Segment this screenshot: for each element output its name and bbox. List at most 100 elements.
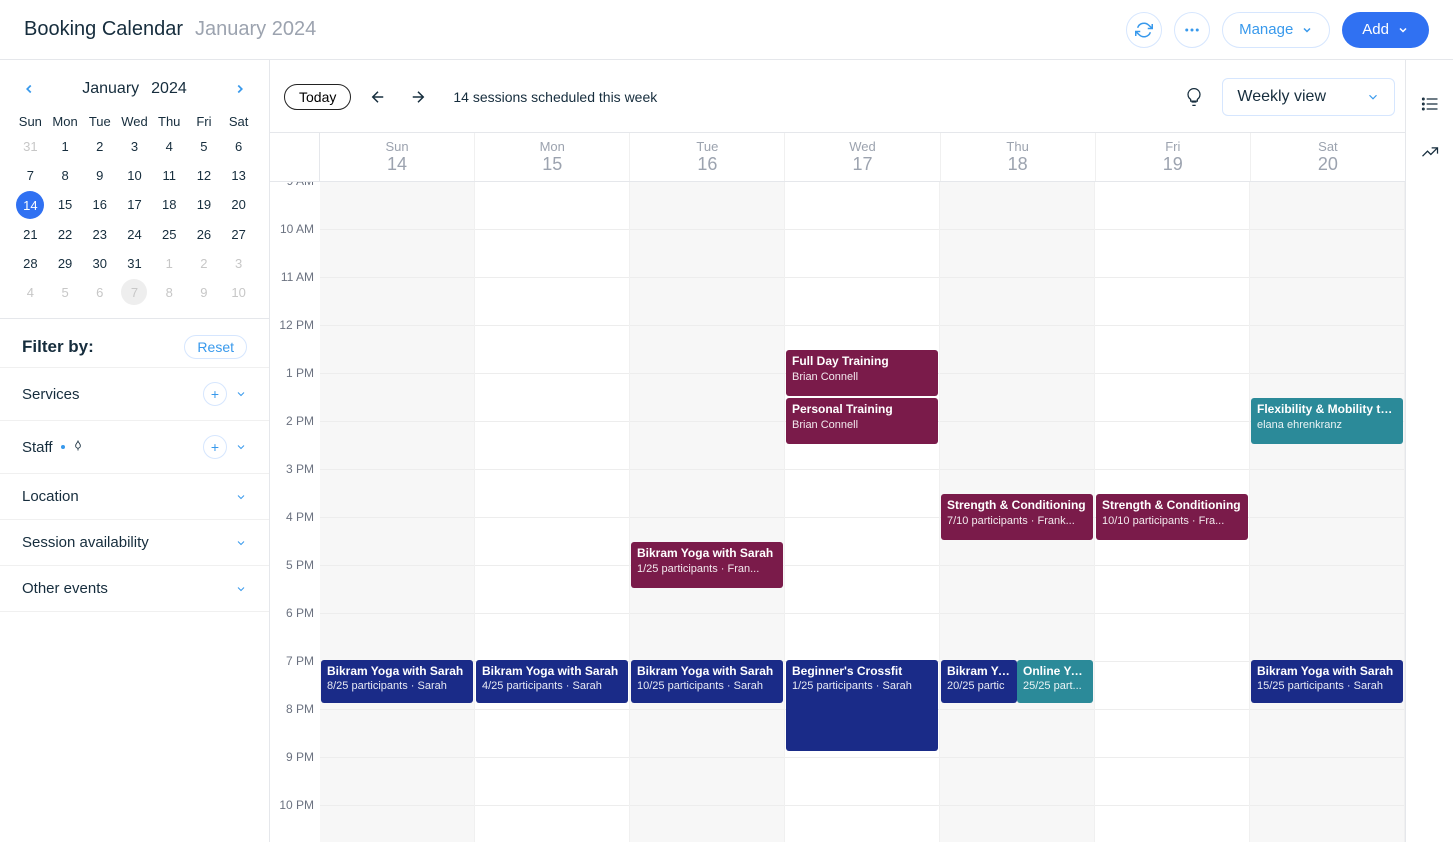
event-title: Full Day Training xyxy=(792,354,932,370)
view-label: Weekly view xyxy=(1237,88,1326,106)
chart-icon xyxy=(1420,142,1440,162)
event-title: Bikram Yoga with Sarah xyxy=(637,546,777,562)
mini-cal-day[interactable]: 25 xyxy=(153,221,186,248)
mini-cal-day[interactable]: 24 xyxy=(118,221,151,248)
day-column[interactable]: Bikram Yoga with Sarah1/25 participants … xyxy=(630,182,785,842)
day-column[interactable]: Bikram Yoga with Sarah4/25 participants … xyxy=(475,182,630,842)
mini-cal-day[interactable]: 2 xyxy=(83,133,116,160)
mini-cal-day[interactable]: 4 xyxy=(14,279,47,306)
day-column[interactable]: Strength & Conditioning10/10 participant… xyxy=(1095,182,1250,842)
mini-cal-day[interactable]: 27 xyxy=(222,221,255,248)
filter-row-staff[interactable]: Staff+ xyxy=(0,421,269,474)
next-week-button[interactable] xyxy=(405,84,431,110)
filter-label: Services xyxy=(22,386,80,403)
event-subtitle: 7/10 participants · Frank... xyxy=(947,514,1087,528)
mini-cal-day[interactable]: 10 xyxy=(118,162,151,189)
mini-cal-day[interactable]: 11 xyxy=(153,162,186,189)
mini-cal-day[interactable]: 17 xyxy=(118,191,151,219)
calendar-event[interactable]: Bikram Yoga with Sarah15/25 participants… xyxy=(1251,660,1403,704)
mini-cal-day[interactable]: 3 xyxy=(118,133,151,160)
filter-row-location[interactable]: Location xyxy=(0,474,269,520)
mini-cal-day[interactable]: 8 xyxy=(153,279,186,306)
calendar-event[interactable]: Strength & Conditioning7/10 participants… xyxy=(941,494,1093,540)
filter-row-services[interactable]: Services + xyxy=(0,367,269,421)
prev-week-button[interactable] xyxy=(365,84,391,110)
mini-cal-day[interactable]: 7 xyxy=(14,162,47,189)
page-subtitle: January 2024 xyxy=(195,18,316,41)
filter-row-other-events[interactable]: Other events xyxy=(0,566,269,612)
mini-cal-day[interactable]: 2 xyxy=(188,250,221,277)
mini-cal-day[interactable]: 10 xyxy=(222,279,255,306)
event-subtitle: 4/25 participants · Sarah xyxy=(482,679,622,693)
staff-icon xyxy=(71,440,85,454)
refresh-button[interactable] xyxy=(1126,12,1162,48)
mini-cal-day[interactable]: 16 xyxy=(83,191,116,219)
mini-cal-day[interactable]: 14 xyxy=(16,191,44,219)
mini-cal-day[interactable]: 1 xyxy=(153,250,186,277)
day-column[interactable]: Strength & Conditioning7/10 participants… xyxy=(940,182,1095,842)
calendar-event[interactable]: Flexibility & Mobility trainingelana ehr… xyxy=(1251,398,1403,444)
add-button[interactable]: Add xyxy=(1342,12,1429,48)
day-column[interactable]: Flexibility & Mobility trainingelana ehr… xyxy=(1250,182,1405,842)
time-label: 6 PM xyxy=(270,606,320,654)
mini-cal-day[interactable]: 28 xyxy=(14,250,47,277)
calendar-event[interactable]: Bikram Yoga20/25 partic xyxy=(941,660,1017,704)
mini-cal-day[interactable]: 31 xyxy=(118,250,151,277)
chevron-down-icon xyxy=(235,583,247,595)
list-view-button[interactable] xyxy=(1416,90,1444,118)
time-label: 7 PM xyxy=(270,654,320,702)
next-month-button[interactable] xyxy=(229,78,251,100)
mini-cal-day[interactable]: 12 xyxy=(188,162,221,189)
analytics-button[interactable] xyxy=(1416,138,1444,166)
list-icon xyxy=(1420,94,1440,114)
today-button[interactable]: Today xyxy=(284,84,351,110)
event-subtitle: Brian Connell xyxy=(792,418,932,432)
mini-cal-day[interactable]: 8 xyxy=(49,162,82,189)
calendar-event[interactable]: Bikram Yoga with Sarah10/25 participants… xyxy=(631,660,783,704)
mini-cal-day[interactable]: 26 xyxy=(188,221,221,248)
calendar-event[interactable]: Beginner's Crossfit1/25 participants · S… xyxy=(786,660,938,752)
mini-cal-day[interactable]: 5 xyxy=(49,279,82,306)
mini-cal-day[interactable]: 18 xyxy=(153,191,186,219)
calendar-event[interactable]: Bikram Yoga with Sarah1/25 participants … xyxy=(631,542,783,588)
mini-cal-day[interactable]: 4 xyxy=(153,133,186,160)
time-label: 1 PM xyxy=(270,366,320,414)
mini-cal-day[interactable]: 5 xyxy=(188,133,221,160)
mini-cal-day[interactable]: 30 xyxy=(83,250,116,277)
mini-cal-day[interactable]: 1 xyxy=(49,133,82,160)
mini-cal-day[interactable]: 9 xyxy=(188,279,221,306)
mini-cal-day[interactable]: 29 xyxy=(49,250,82,277)
mini-cal-day[interactable]: 20 xyxy=(222,191,255,219)
add-filter-button[interactable]: + xyxy=(203,382,227,406)
calendar-event[interactable]: Strength & Conditioning10/10 participant… xyxy=(1096,494,1248,540)
day-column[interactable]: Bikram Yoga with Sarah8/25 participants … xyxy=(320,182,475,842)
mini-cal-day[interactable]: 23 xyxy=(83,221,116,248)
view-selector[interactable]: Weekly view xyxy=(1222,78,1395,116)
calendar-event[interactable]: Full Day TrainingBrian Connell xyxy=(786,350,938,396)
mini-cal-day[interactable]: 3 xyxy=(222,250,255,277)
mini-cal-day[interactable]: 7 xyxy=(121,279,147,305)
add-filter-button[interactable]: + xyxy=(203,435,227,459)
chevron-down-icon xyxy=(1397,24,1409,36)
calendar-event[interactable]: Personal TrainingBrian Connell xyxy=(786,398,938,444)
mini-cal-day[interactable]: 19 xyxy=(188,191,221,219)
reset-button[interactable]: Reset xyxy=(184,335,247,359)
mini-cal-day[interactable]: 9 xyxy=(83,162,116,189)
more-button[interactable] xyxy=(1174,12,1210,48)
manage-button[interactable]: Manage xyxy=(1222,12,1330,48)
mini-cal-day[interactable]: 6 xyxy=(83,279,116,306)
calendar-event[interactable]: Online Yoga25/25 part... xyxy=(1017,660,1093,704)
prev-month-button[interactable] xyxy=(18,78,40,100)
mini-cal-day[interactable]: 6 xyxy=(222,133,255,160)
mini-cal-day[interactable]: 21 xyxy=(14,221,47,248)
calendar-event[interactable]: Bikram Yoga with Sarah4/25 participants … xyxy=(476,660,628,704)
mini-cal-day[interactable]: 22 xyxy=(49,221,82,248)
day-column[interactable]: Full Day TrainingBrian ConnellPersonal T… xyxy=(785,182,940,842)
mini-cal-dow: Sat xyxy=(222,110,255,133)
mini-cal-day[interactable]: 15 xyxy=(49,191,82,219)
tips-button[interactable] xyxy=(1180,83,1208,111)
mini-cal-day[interactable]: 31 xyxy=(14,133,47,160)
calendar-event[interactable]: Bikram Yoga with Sarah8/25 participants … xyxy=(321,660,473,704)
filter-row-session-availability[interactable]: Session availability xyxy=(0,520,269,566)
mini-cal-day[interactable]: 13 xyxy=(222,162,255,189)
